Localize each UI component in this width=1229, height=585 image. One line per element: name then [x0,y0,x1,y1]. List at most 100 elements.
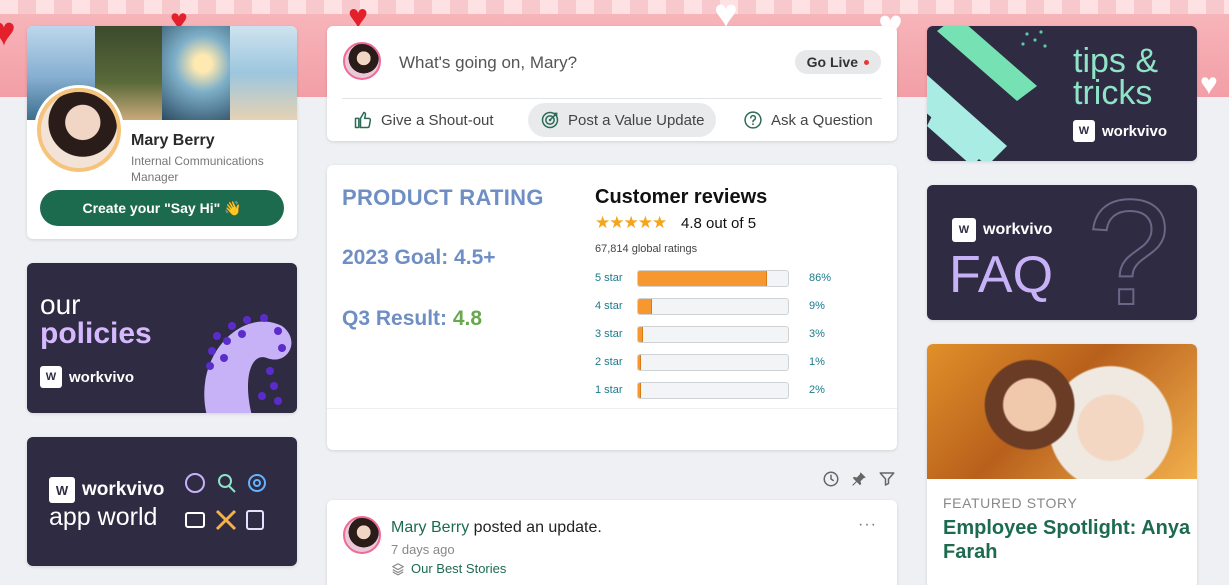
workvivo-brand: workvivo [1102,122,1168,140]
avatar[interactable] [343,42,381,80]
rating-row-label[interactable]: 3 star [595,328,623,340]
policies-promo[interactable]: our policies W workvivo [27,263,297,413]
more-options-button[interactable]: ··· [858,516,877,534]
app-world-label: app world [49,503,158,531]
rating-row[interactable]: 1 star 2% [595,382,835,400]
faq-promo[interactable]: W workvivo FAQ ? [927,185,1197,320]
rating-bar-track [637,298,789,315]
rating-bar-fill [638,271,767,286]
cover-photo-beach [229,26,297,120]
pin-icon[interactable] [850,470,868,488]
rating-bar-fill [638,383,641,398]
rating-bar-fill [638,327,643,342]
product-rating-title: PRODUCT RATING [342,185,544,210]
rating-out-of: 4.8 out of 5 [681,215,757,232]
workvivo-mark-icon: W [1073,120,1095,142]
featured-story-label: FEATURED STORY [943,495,1078,511]
workvivo-brand: workvivo [983,221,1053,238]
result-text: Q3 Result: 4.8 [342,307,482,331]
rating-row-percent[interactable]: 86% [809,272,831,284]
workvivo-mark-icon: W [40,366,62,388]
live-dot-icon [864,59,869,65]
result-value: 4.8 [452,307,483,330]
rating-bar-track [637,326,789,343]
app-world-promo[interactable]: W workvivo app world [27,437,297,566]
profile-card: Mary Berry Internal Communications Manag… [27,26,297,239]
brush-strokes-illustration [927,26,1047,161]
post-value-update-button[interactable]: Post a Value Update [528,103,717,137]
featured-story-image [927,344,1197,479]
workvivo-logo: W workvivo [40,366,134,388]
composer-input[interactable]: What's going on, Mary? [399,53,577,73]
avatar[interactable] [37,88,121,172]
rating-row-label[interactable]: 2 star [595,356,623,368]
heart-icon: ♥ [0,10,16,54]
question-circle-icon [744,111,762,129]
post-action-text: posted an update. [469,519,602,536]
post-timestamp[interactable]: 7 days ago [391,542,455,557]
post-author-link[interactable]: Mary Berry [391,519,469,536]
product-rating-card[interactable]: PRODUCT RATING 2023 Goal: 4.5+ Q3 Result… [327,165,897,450]
star-rating-icon: ★★★★★ [595,213,667,232]
ask-question-label: Ask a Question [771,111,873,129]
workvivo-mark-icon: W [49,477,75,503]
profile-name[interactable]: Mary Berry [131,132,215,150]
app-icons-grid [185,473,266,531]
workvivo-logo: W workvivo [952,218,1052,242]
rating-row[interactable]: 5 star 86% [595,270,835,288]
feed-tools [822,470,896,488]
ask-question-button[interactable]: Ask a Question [731,103,885,137]
rating-row[interactable]: 4 star 9% [595,298,835,316]
give-shout-out-label: Give a Shout-out [381,111,494,129]
question-mark-graphic: ? [1086,185,1171,320]
workvivo-mark-icon: W [952,218,976,242]
post-space-label: Our Best Stories [411,561,507,576]
rating-row[interactable]: 3 star 3% [595,326,835,344]
customer-reviews-title: Customer reviews [595,186,768,208]
workvivo-logo: W workvivo [49,477,164,503]
layers-icon [392,562,404,575]
card-bottom-divider [327,408,897,409]
rating-row-percent[interactable]: 3% [809,328,825,340]
rating-row-label[interactable]: 5 star [595,272,623,284]
filter-icon[interactable] [878,470,896,488]
rating-row[interactable]: 2 star 1% [595,354,835,372]
rating-row-percent[interactable]: 1% [809,356,825,368]
profile-role: Internal Communications Manager [131,154,264,184]
tips-line2: tricks [1073,74,1153,112]
rating-row-label[interactable]: 4 star [595,300,623,312]
post-headline: Mary Berry posted an update. [391,519,602,537]
result-label: Q3 Result: [342,307,453,330]
go-live-label: Go Live [806,54,858,70]
avatar[interactable] [343,516,381,554]
rating-row-percent[interactable]: 9% [809,300,825,312]
thumbs-up-icon [354,111,372,129]
rating-bar-track [637,270,789,287]
give-shout-out-button[interactable]: Give a Shout-out [341,103,506,137]
global-ratings-count: 67,814 global ratings [595,243,698,255]
composer-divider [342,98,882,99]
clock-icon[interactable] [822,470,840,488]
post-value-update-label: Post a Value Update [568,111,705,129]
rating-bar-track [637,354,789,371]
rating-bar-fill [638,299,652,314]
rating-bar-fill [638,355,641,370]
featured-story-card[interactable]: FEATURED STORY Employee Spotlight: Anya … [927,344,1197,585]
post-composer: What's going on, Mary? Go Live Give a Sh… [327,26,897,141]
rating-row-percent[interactable]: 2% [809,384,825,396]
goal-text: 2023 Goal: 4.5+ [342,246,496,269]
tips-tricks-promo[interactable]: tips & tricks W workvivo [927,26,1197,161]
featured-story-title[interactable]: Employee Spotlight: Anya Farah [943,516,1197,564]
faq-label: FAQ [949,246,1054,304]
create-say-hi-button[interactable]: Create your "Say Hi" 👋 [40,190,284,226]
target-icon [541,111,559,129]
go-live-button[interactable]: Go Live [794,50,881,74]
workvivo-brand: workvivo [69,368,135,386]
tentacle-illustration [204,314,292,413]
workvivo-brand: workvivo [82,479,165,500]
post-space-link[interactable]: Our Best Stories [391,561,506,576]
rating-bar-track [637,382,789,399]
cover-photo-splash [162,26,230,120]
heart-icon: ♥ [1200,68,1218,98]
rating-row-label[interactable]: 1 star [595,384,623,396]
